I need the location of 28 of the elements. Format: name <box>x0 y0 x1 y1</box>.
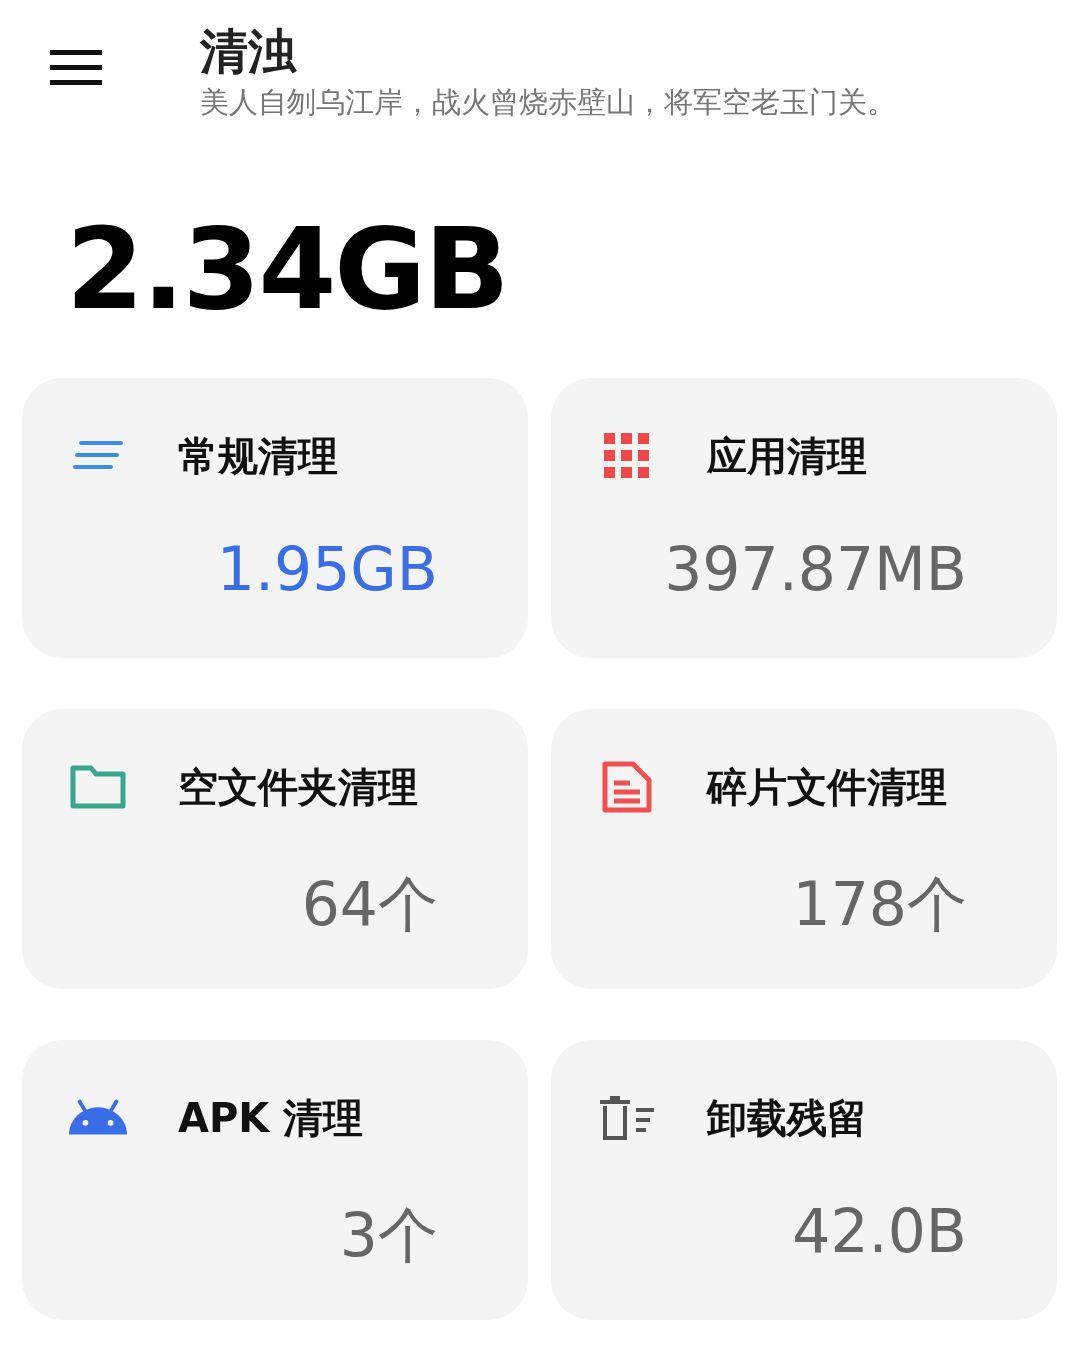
cleanup-card[interactable]: 应用清理 397.87MB <box>551 378 1057 658</box>
document-icon <box>602 761 652 813</box>
menu-icon <box>50 50 102 86</box>
trash-icon <box>600 1096 654 1140</box>
android-icon <box>68 1099 128 1137</box>
card-title: 空文件夹清理 <box>178 762 418 812</box>
cleanup-card[interactable]: 碎片文件清理 178个 <box>551 709 1057 989</box>
card-title: 碎片文件清理 <box>707 762 947 812</box>
card-value: 1.95GB <box>216 534 438 604</box>
cleanup-card[interactable]: 常规清理 1.95GB <box>22 378 528 658</box>
cleanup-card[interactable]: 空文件夹清理 64个 <box>22 709 528 989</box>
card-value: 64个 <box>301 868 438 941</box>
card-title: 卸载残留 <box>707 1093 867 1143</box>
card-value: 397.87MB <box>664 534 967 604</box>
card-value: 178个 <box>792 868 967 941</box>
card-value: 42.0B <box>792 1196 967 1266</box>
app-title: 清浊 <box>200 22 298 80</box>
total-size: 2.34GB <box>66 204 509 334</box>
lines-icon <box>73 441 123 471</box>
cleanup-card[interactable]: 卸载残留 42.0B <box>551 1040 1057 1320</box>
folder-icon <box>70 765 126 809</box>
card-title: 应用清理 <box>707 431 867 481</box>
card-title: 常规清理 <box>178 431 338 481</box>
app-subtitle: 美人自刎乌江岸，战火曾烧赤壁山，将军空老玉门关。 <box>200 84 896 121</box>
card-value: 3个 <box>339 1199 438 1272</box>
cleanup-card[interactable]: APK 清理 3个 <box>22 1040 528 1320</box>
grid-icon <box>604 433 650 479</box>
card-title: APK 清理 <box>178 1093 364 1143</box>
